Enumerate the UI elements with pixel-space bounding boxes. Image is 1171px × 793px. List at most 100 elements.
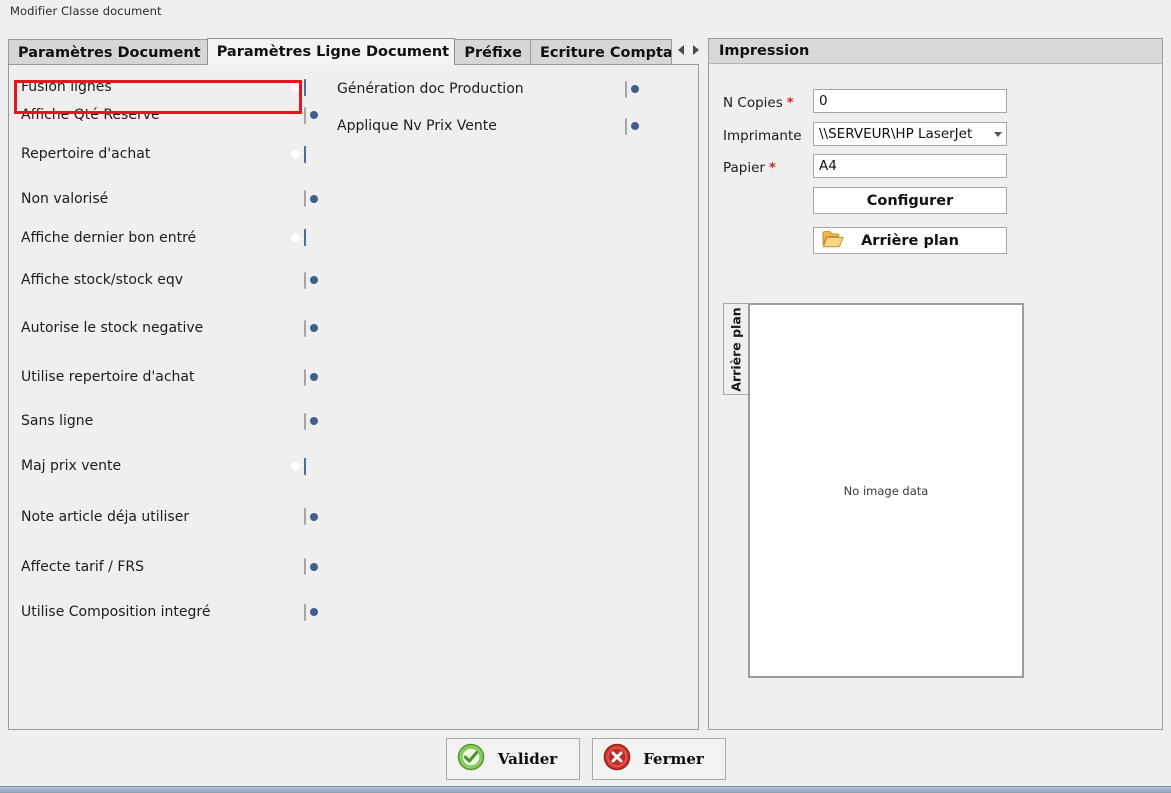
toggle-knob	[310, 417, 318, 425]
tab-parametres-ligne-document[interactable]: Paramètres Ligne Document	[206, 38, 456, 65]
toggle-sans-ligne[interactable]	[304, 412, 318, 430]
vertical-tab-arriere-plan[interactable]: Arrière plan	[723, 303, 748, 395]
toggle-wrap	[296, 319, 318, 337]
tab-label: Ecriture Comptable	[540, 44, 672, 61]
toggle-wrap	[291, 145, 306, 163]
settings-left-column: Fusion lignes Affiche Qté Reserve Repert…	[21, 73, 318, 633]
toggle-wrap	[296, 190, 318, 207]
toggle-fusion-lignes[interactable]	[291, 78, 306, 96]
configurer-button[interactable]: Configurer	[813, 187, 1007, 214]
vertical-tab-label: Arrière plan	[728, 306, 744, 392]
setting-label: Sans ligne	[21, 413, 94, 429]
toggle-generation-doc-production[interactable]	[625, 80, 639, 98]
folder-open-icon	[822, 230, 844, 252]
toggle-wrap	[296, 412, 318, 430]
setting-row-sans-ligne: Sans ligne	[21, 401, 318, 441]
triangle-left-icon[interactable]	[678, 45, 684, 55]
toggle-wrap	[291, 78, 306, 96]
toggle-knob	[310, 608, 318, 616]
toggle-repertoire-dachat[interactable]	[291, 145, 306, 163]
tab-scroll-controls	[678, 37, 699, 65]
papier-label: Papier	[723, 160, 765, 176]
settings-middle-column: Génération doc Production Applique Nv Pr…	[337, 75, 639, 149]
setting-row-utilise-repertoire-dachat: Utilise repertoire d'achat	[21, 353, 318, 401]
tab-ecriture-comptable[interactable]: Ecriture Comptable	[530, 39, 672, 65]
toggle-wrap	[300, 603, 318, 621]
image-preview-box[interactable]: No image data	[748, 303, 1024, 678]
toggle-knob	[291, 149, 300, 159]
imprimante-value: \\SERVEUR\HP LaserJet	[819, 126, 973, 142]
setting-row-autorise-le-stock-negative: Autorise le stock negative	[21, 303, 318, 353]
toggle-autorise-le-stock-negative[interactable]	[304, 319, 318, 337]
toggle-affiche-stock-stock-eqv[interactable]	[304, 271, 318, 289]
setting-row-affiche-dernier-bon-entre: Affiche dernier bon entré	[21, 218, 306, 257]
setting-label: Fusion lignes	[21, 79, 112, 95]
toggle-knob	[631, 122, 639, 130]
imprimante-label: Imprimante	[723, 128, 802, 144]
toggle-knob	[310, 194, 318, 203]
toggle-applique-nv-prix-vente[interactable]	[625, 117, 639, 135]
toggle-wrap	[296, 271, 318, 289]
toggle-knob	[310, 276, 318, 284]
imprimante-select[interactable]: \\SERVEUR\HP LaserJet	[813, 122, 1007, 146]
close-circle-icon	[603, 743, 631, 775]
setting-row-maj-prix-vente: Maj prix vente	[21, 441, 306, 491]
setting-label: Non valorisé	[21, 190, 109, 207]
setting-label: Applique Nv Prix Vente	[337, 118, 497, 134]
arriere-plan-button[interactable]: Arrière plan	[813, 227, 1007, 254]
toggle-affecte-tarif-frs[interactable]	[304, 558, 318, 575]
background-preview-area: Arrière plan No image data	[723, 303, 1039, 678]
toggle-wrap	[296, 106, 318, 124]
chevron-down-icon[interactable]	[994, 131, 1002, 137]
field-papier: Papier *	[723, 156, 776, 180]
setting-label: Note article déja utiliser	[21, 508, 190, 525]
tab-prefixe[interactable]: Préfixe	[454, 39, 531, 65]
n-copies-value: 0	[819, 93, 828, 109]
setting-label: Affiche stock/stock eqv	[21, 272, 184, 288]
toggle-affiche-qte-reserve[interactable]	[304, 106, 318, 124]
toggle-maj-prix-vente[interactable]	[291, 457, 306, 475]
toggle-knob	[310, 562, 318, 571]
toggle-wrap	[296, 368, 318, 386]
setting-label: Maj prix vente	[21, 458, 122, 474]
toggle-knob	[310, 324, 318, 332]
setting-row-affecte-tarif-frs: Affecte tarif / FRS	[21, 542, 318, 591]
setting-label: Génération doc Production	[337, 81, 524, 97]
papier-input[interactable]: A4	[813, 154, 1007, 178]
setting-row-generation-doc-production: Génération doc Production	[337, 75, 639, 103]
toggle-note-article-deja-utiliser[interactable]	[304, 508, 318, 525]
window-title: Modifier Classe document	[10, 4, 162, 18]
setting-row-note-article-deja-utiliser: Note article déja utiliser	[21, 491, 318, 542]
setting-label: Utilise Composition integré	[21, 604, 211, 620]
toggle-utilise-repertoire-dachat[interactable]	[304, 368, 318, 386]
toggle-knob	[291, 233, 300, 242]
toggle-affiche-dernier-bon-entre[interactable]	[291, 229, 306, 246]
field-imprimante: Imprimante	[723, 124, 802, 148]
toggle-wrap	[296, 508, 318, 525]
dialog-footer: Valider Fermer	[0, 738, 1171, 780]
valider-button[interactable]: Valider	[445, 738, 580, 780]
n-copies-input[interactable]: 0	[813, 89, 1007, 113]
setting-row-non-valorise: Non valorisé	[21, 179, 318, 218]
toggle-non-valorise[interactable]	[304, 190, 318, 207]
setting-row-affiche-stock-stock-eqv: Affiche stock/stock eqv	[21, 257, 318, 303]
impression-panel: Impression N Copies * 0 Imprimante \\SER…	[708, 38, 1163, 730]
valider-label: Valider	[497, 750, 558, 768]
toggle-wrap	[617, 80, 639, 98]
toggle-knob	[310, 373, 318, 381]
tab-strip: Paramètres Document Paramètres Ligne Doc…	[8, 38, 699, 65]
toggle-utilise-composition-integre[interactable]	[304, 603, 318, 621]
arriere-plan-label: Arrière plan	[861, 232, 959, 249]
impression-header: Impression	[709, 39, 1162, 64]
tab-label: Préfixe	[464, 44, 522, 61]
toggle-wrap	[296, 558, 318, 575]
setting-label: Autorise le stock negative	[21, 320, 204, 336]
toggle-knob	[631, 85, 639, 93]
setting-row-applique-nv-prix-vente: Applique Nv Prix Vente	[337, 103, 639, 149]
tab-parametres-document[interactable]: Paramètres Document	[8, 39, 208, 65]
no-image-data-text: No image data	[843, 483, 929, 498]
toggle-knob	[291, 82, 300, 92]
fermer-button[interactable]: Fermer	[591, 738, 726, 780]
setting-row-utilise-composition-integre: Utilise Composition integré	[21, 591, 318, 633]
triangle-right-icon[interactable]	[693, 45, 699, 55]
